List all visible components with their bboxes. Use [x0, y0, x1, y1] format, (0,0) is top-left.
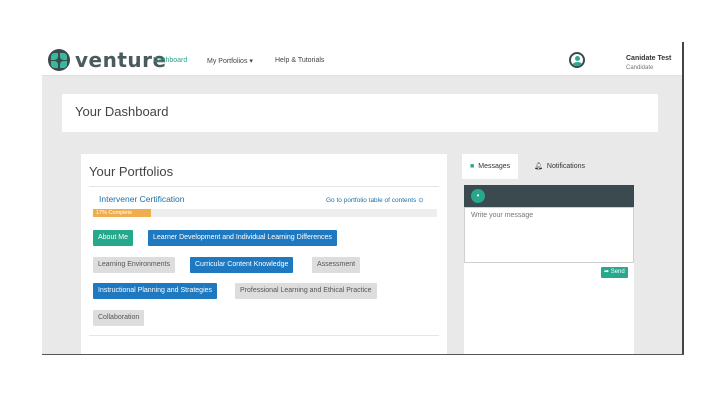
dashboard-header-card: Your Dashboard — [62, 94, 658, 132]
user-avatar-icon[interactable] — [569, 52, 585, 68]
chip-assessment[interactable]: Assessment — [312, 257, 361, 273]
chip-learner-development[interactable]: Learner Development and Individual Learn… — [148, 230, 337, 246]
chip-curricular-content[interactable]: Curricular Content Knowledge — [190, 257, 294, 273]
page-title: Your Dashboard — [75, 104, 169, 119]
chip-professional-learning[interactable]: Professional Learning and Ethical Practi… — [235, 283, 377, 299]
app-window: venture Dashboard My Portfolios ▾ Help &… — [42, 42, 684, 355]
chat-icon: ■ — [470, 163, 475, 170]
chip-about-me[interactable]: About Me — [93, 230, 133, 246]
send-icon: ➦ — [604, 269, 611, 275]
top-navbar: venture Dashboard My Portfolios ▾ Help &… — [42, 42, 684, 76]
portfolios-panel: Your Portfolios Intervener Certification… — [81, 154, 447, 354]
chip-instructional-planning[interactable]: Instructional Planning and Strategies — [93, 283, 218, 299]
message-input[interactable] — [464, 207, 634, 263]
nav-my-portfolios[interactable]: My Portfolios ▾ — [207, 57, 253, 65]
progress-bar: 17% Complete — [93, 209, 437, 217]
tab-messages[interactable]: ■ Messages — [462, 154, 519, 179]
side-panel: ■Messages 🔔︎Notifications • ➦ Send — [462, 154, 636, 354]
messages-panel: • ➦ Send — [464, 185, 634, 354]
progress-fill: 17% Complete — [93, 209, 152, 217]
user-role: Candidate — [626, 65, 654, 71]
tab-notifications[interactable]: 🔔︎ Notifications — [526, 154, 593, 179]
certification-title[interactable]: Intervener Certification — [99, 194, 185, 204]
toc-link[interactable]: Go to portfolio table of contents ⊙ — [326, 196, 424, 204]
nav-dashboard[interactable]: Dashboard — [153, 57, 187, 64]
chip-learning-environments[interactable]: Learning Environments — [93, 257, 175, 273]
tab-notifications-label: Notifications — [546, 163, 586, 170]
user-add-icon[interactable]: • — [471, 189, 485, 203]
nav-help-tutorials[interactable]: Help & Tutorials — [275, 57, 324, 64]
tab-messages-label: Messages — [478, 163, 511, 170]
bell-icon: 🔔︎ — [534, 163, 543, 170]
divider — [89, 186, 439, 187]
user-name[interactable]: Canidate Test — [626, 55, 671, 62]
send-label: Send — [610, 269, 625, 275]
portfolios-title: Your Portfolios — [89, 164, 174, 179]
messages-header: • — [464, 185, 634, 207]
logo-icon[interactable] — [48, 49, 70, 71]
send-button[interactable]: ➦ Send — [601, 267, 628, 278]
chip-collaboration[interactable]: Collaboration — [93, 310, 145, 326]
divider — [89, 335, 439, 336]
